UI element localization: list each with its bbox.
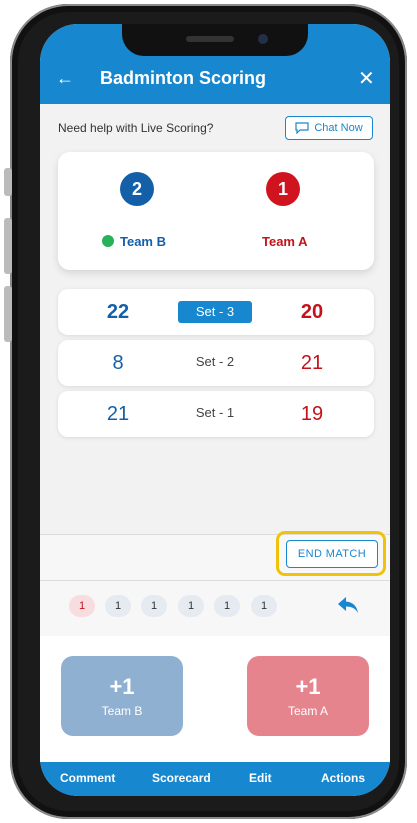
team-b-name: Team B xyxy=(120,234,166,249)
scorecard-tab[interactable]: Scorecard xyxy=(152,771,211,785)
set-3-label: Set - 3 xyxy=(178,301,252,323)
set-1-team-a-score: 19 xyxy=(300,403,324,425)
back-arrow-icon[interactable]: ← xyxy=(56,68,74,89)
score-buttons-panel: +1 Team B +1 Team A xyxy=(40,636,390,762)
notch xyxy=(122,24,308,56)
chat-bubble-icon xyxy=(295,122,309,134)
volume-up-button xyxy=(4,218,12,274)
camera-icon xyxy=(258,34,268,44)
set-row-1: 21 Set - 1 19 xyxy=(58,391,374,437)
edit-tab[interactable]: Edit xyxy=(249,771,272,785)
chat-now-label: Chat Now xyxy=(314,122,363,134)
set-2-team-a-score: 21 xyxy=(300,352,324,374)
point-history-chip: 1 xyxy=(105,595,131,617)
set-row-3: 22 Set - 3 20 xyxy=(58,289,374,335)
close-icon[interactable]: ✕ xyxy=(358,66,375,91)
undo-icon[interactable] xyxy=(336,593,360,617)
scoreboard-card: 2 1 Team B Team A xyxy=(58,152,374,270)
set-1-team-b-score: 21 xyxy=(106,403,130,425)
plus-one-label: +1 xyxy=(109,674,135,699)
bottom-action-bar: Comment Scorecard Edit Actions xyxy=(40,762,390,796)
comment-tab[interactable]: Comment xyxy=(60,771,115,785)
team-b-label: Team B xyxy=(102,234,166,249)
mute-switch xyxy=(4,168,12,196)
phone-screen: ← Badminton Scoring ✕ Need help with Liv… xyxy=(40,24,390,796)
help-text: Need help with Live Scoring? xyxy=(58,121,214,135)
page-title: Badminton Scoring xyxy=(100,68,266,88)
point-history-chip: 1 xyxy=(251,595,277,617)
set-2-label: Set - 2 xyxy=(195,354,235,369)
speaker-grille xyxy=(186,36,234,42)
team-a-plus-one-button[interactable]: +1 Team A xyxy=(247,656,369,736)
point-history-chip: 1 xyxy=(141,595,167,617)
set-1-label: Set - 1 xyxy=(195,405,235,420)
plus-one-label: +1 xyxy=(295,674,321,699)
chat-now-button[interactable]: Chat Now xyxy=(285,116,373,140)
set-3-team-a-score: 20 xyxy=(300,301,324,323)
actions-tab[interactable]: Actions xyxy=(321,771,365,785)
divider xyxy=(40,580,390,581)
team-a-sets-won: 1 xyxy=(266,172,300,206)
team-b-sets-won: 2 xyxy=(120,172,154,206)
team-b-plus-one-button[interactable]: +1 Team B xyxy=(61,656,183,736)
point-history-chip: 1 xyxy=(214,595,240,617)
set-2-team-b-score: 8 xyxy=(112,352,124,374)
team-a-button-name: Team A xyxy=(287,704,329,718)
point-history-chip: 1 xyxy=(178,595,204,617)
set-row-2: 8 Set - 2 21 xyxy=(58,340,374,386)
team-b-button-name: Team B xyxy=(101,704,143,718)
serving-indicator-icon xyxy=(102,235,114,247)
end-match-button[interactable]: END MATCH xyxy=(286,540,378,568)
volume-down-button xyxy=(4,286,12,342)
team-a-name: Team A xyxy=(262,234,308,249)
set-3-team-b-score: 22 xyxy=(106,301,130,323)
point-history-chip: 1 xyxy=(69,595,95,617)
